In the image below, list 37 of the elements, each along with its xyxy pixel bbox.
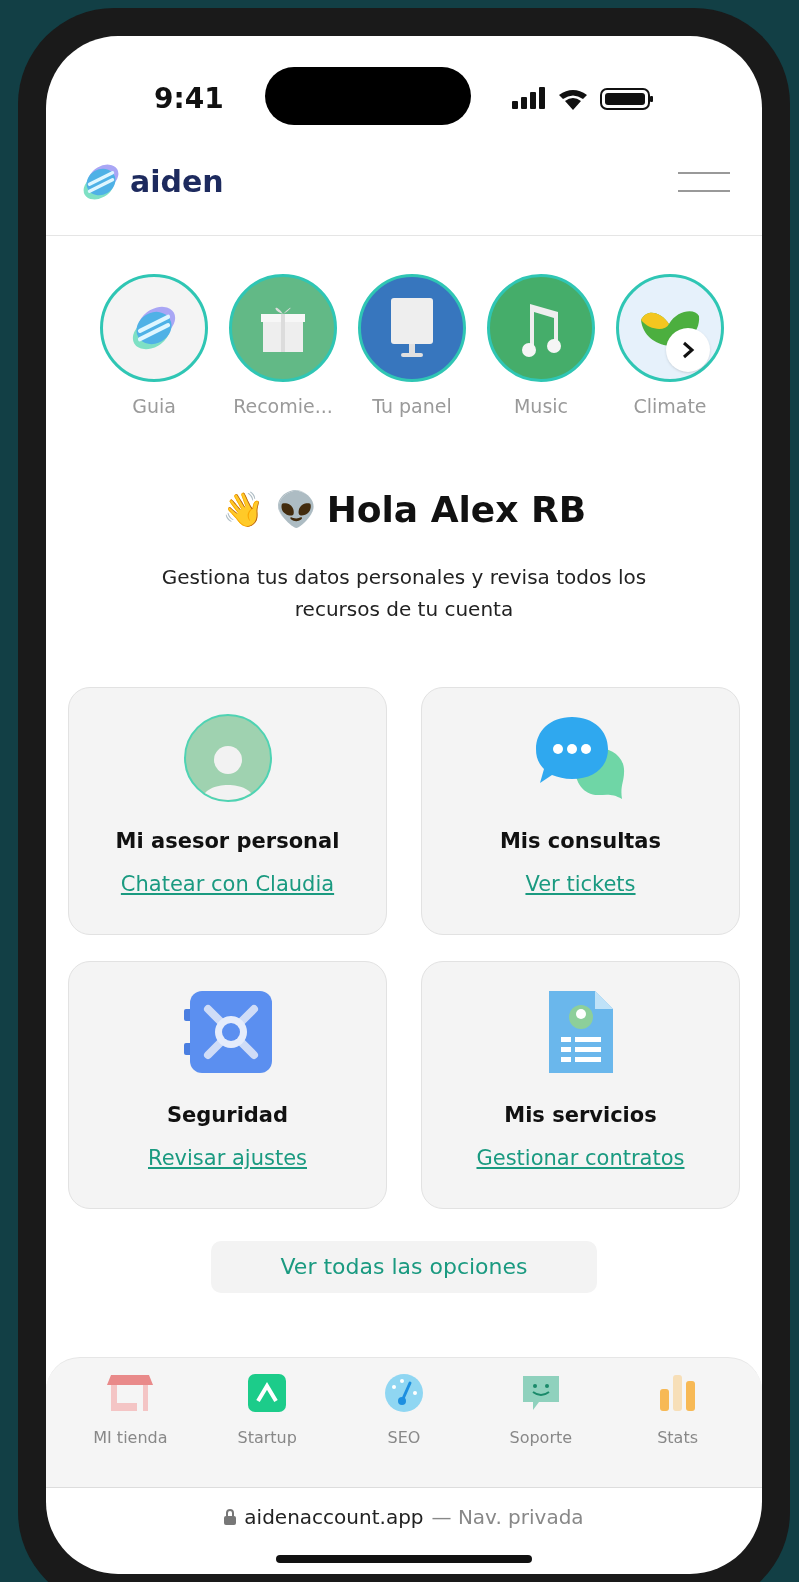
menu-button[interactable] — [678, 171, 730, 192]
nav-item[interactable]: SEO — [349, 1371, 459, 1450]
greeting-subtitle: Gestiona tus datos personales y revisa todos los recursos de tu cuenta — [160, 563, 648, 623]
nav-item[interactable]: Stats — [622, 1371, 733, 1450]
smiley-chat-icon — [520, 1373, 561, 1412]
logo-wordmark: aiden — [130, 163, 224, 201]
card-title: Mis consultas — [499, 827, 662, 855]
greeting-title: Hola Alex RB — [326, 487, 587, 532]
browser-domain: aidenaccount.app — [244, 1504, 424, 1531]
chevron-up-icon — [248, 1373, 287, 1412]
card-link[interactable]: Revisar ajustes — [148, 1143, 307, 1175]
safe-icon — [181, 988, 274, 1075]
story-item[interactable]: Recomie... — [229, 274, 337, 421]
chevron-right-icon — [681, 341, 695, 359]
greeting-emoji: 👋 👽 — [221, 488, 317, 531]
nav-item[interactable]: Startup — [212, 1371, 323, 1450]
card-title: Mis servicios — [504, 1101, 657, 1129]
bar-chart-icon — [659, 1372, 696, 1413]
nav-item[interactable]: MI tienda — [75, 1371, 186, 1450]
card-link[interactable]: Chatear con Claudia — [120, 869, 335, 901]
store-icon — [105, 1372, 156, 1413]
story-item[interactable]: Tu panel — [358, 274, 466, 421]
lock-icon — [224, 1509, 237, 1525]
card-link[interactable]: Gestionar contratos — [476, 1143, 685, 1175]
card-title: Seguridad — [166, 1101, 289, 1129]
battery-icon — [600, 88, 654, 110]
story-item[interactable]: Music — [487, 274, 595, 421]
card-link[interactable]: Ver tickets — [525, 869, 636, 901]
all-options-button[interactable]: Ver todas las opciones — [211, 1240, 597, 1293]
card-title: Mi asesor personal — [115, 827, 340, 855]
browser-mode: — Nav. privada — [431, 1504, 584, 1531]
wifi-icon — [558, 87, 588, 111]
nav-item[interactable]: Soporte — [485, 1371, 596, 1450]
story-item[interactable]: Guia — [100, 274, 208, 421]
gauge-icon — [384, 1372, 424, 1413]
status-time: 9:41 — [154, 81, 224, 117]
signal-icon — [512, 87, 546, 111]
